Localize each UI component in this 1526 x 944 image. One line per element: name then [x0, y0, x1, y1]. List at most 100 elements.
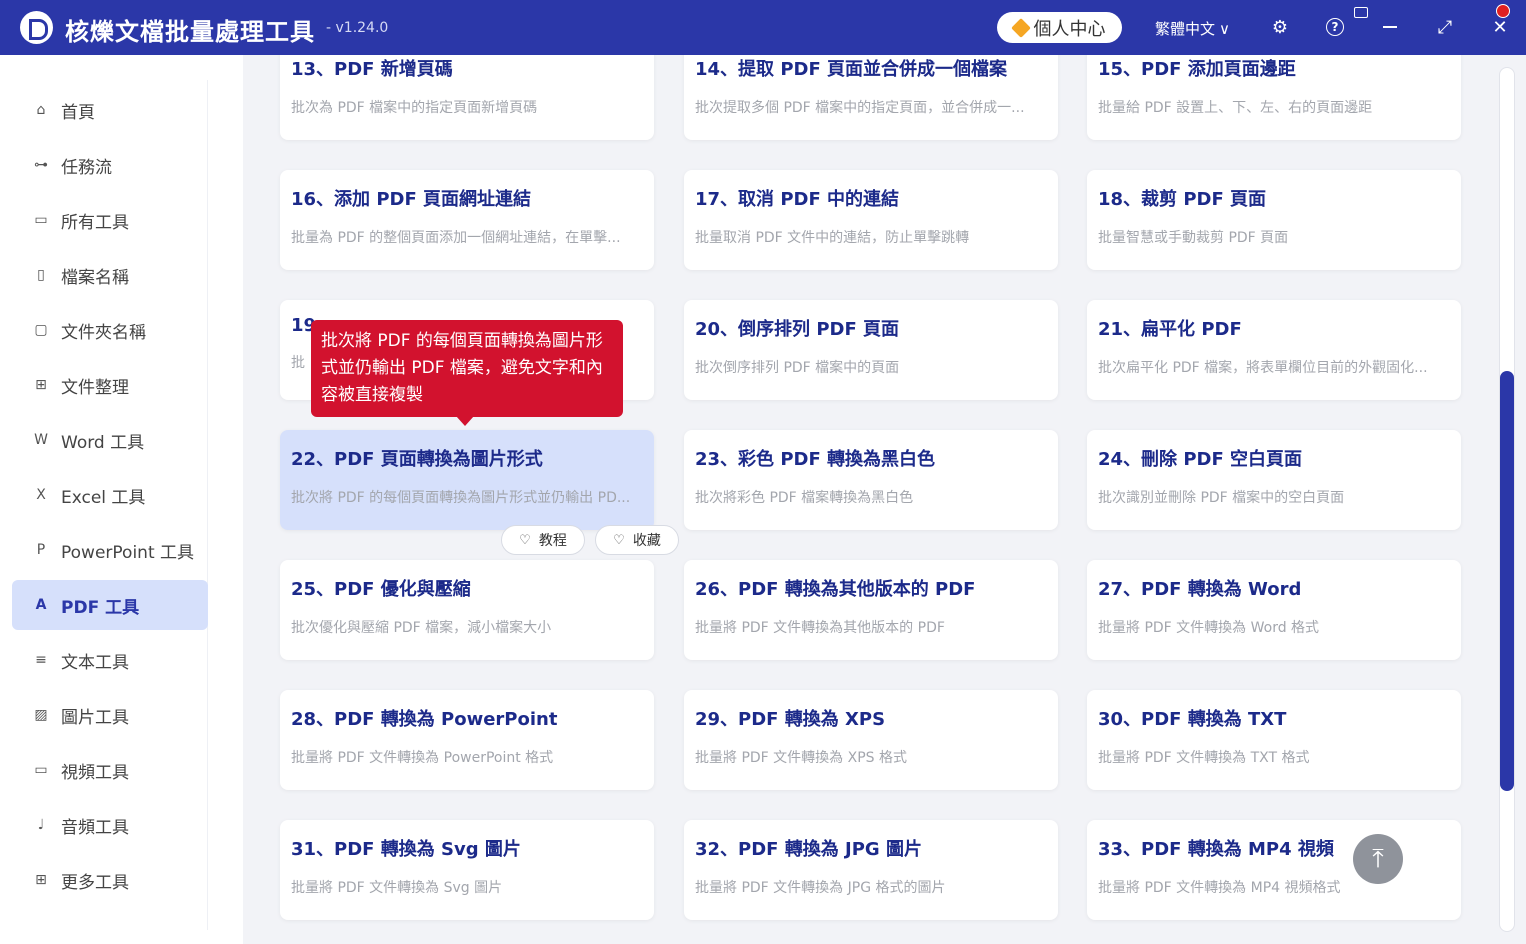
favorite-label: 收藏: [632, 533, 661, 549]
user-center-button[interactable]: 個人中心: [997, 12, 1122, 43]
scrollbar-thumb[interactable]: [1500, 371, 1514, 791]
app-title: 核爍文檔批量處理工具: [65, 18, 315, 46]
tool-card[interactable]: 30、PDF 轉換為 TXT 批量將 PDF 文件轉換為 TXT 格式: [1087, 690, 1461, 790]
language-select[interactable]: 繁體中文 ∨: [1155, 18, 1230, 39]
notification-icon[interactable]: [1354, 7, 1368, 18]
sidebar-item-icon: ▭: [34, 212, 48, 228]
tool-card-description: 批次倒序排列 PDF 檔案中的頁面: [695, 360, 900, 376]
sidebar-item[interactable]: ▭ 視頻工具: [12, 745, 208, 795]
tool-grid: 13、PDF 新增頁碼 批次為 PDF 檔案中的指定頁面新增頁碼 14、提取 PDF…: [243, 55, 1526, 944]
sidebar-item-label: 所有工具: [61, 212, 129, 233]
sidebar-item[interactable]: ▨ 圖片工具: [12, 690, 208, 740]
sidebar-item[interactable]: P PowerPoint 工具: [12, 525, 208, 575]
sidebar-item-icon: ⊞: [35, 377, 47, 393]
card-tooltip: 批次將 PDF 的每個頁面轉換為圖片形式並仍輸出 PDF 檔案，避免文字和內容被…: [311, 320, 623, 426]
maximize-icon[interactable]: ⤢: [1433, 15, 1457, 39]
sidebar-item[interactable]: ▯ 檔案名稱: [12, 250, 208, 300]
tool-card-description: 批次識別並刪除 PDF 檔案中的空白頁面: [1098, 490, 1345, 506]
tool-card-description: 批次提取多個 PDF 檔案中的指定頁面，並合併成一...: [695, 100, 1025, 116]
tutorial-button[interactable]: ♡ 教程: [501, 525, 585, 555]
sidebar-item-label: 文本工具: [61, 652, 129, 673]
tool-card[interactable]: 28、PDF 轉換為 PowerPoint 批量將 PDF 文件轉換為 Power…: [280, 690, 654, 790]
sidebar-item[interactable]: W Word 工具: [12, 415, 208, 465]
tool-card-title: 14、提取 PDF 頁面並合併成一個檔案: [695, 59, 1008, 80]
tool-card[interactable]: 22、PDF 頁面轉換為圖片形式 批次將 PDF 的每個頁面轉換為圖片形式並仍輸出…: [280, 430, 654, 530]
sidebar-item-icon: ▢: [34, 322, 48, 338]
tool-card-description: 批量給 PDF 設置上、下、左、右的頁面邊距: [1098, 100, 1373, 116]
tool-card-title: 26、PDF 轉換為其他版本的 PDF: [695, 579, 976, 600]
tool-card-title: 32、PDF 轉換為 JPG 圖片: [695, 839, 922, 860]
tool-card-description: 批量將 PDF 文件轉換為 Word 格式: [1098, 620, 1320, 636]
sidebar-item[interactable]: A PDF 工具: [12, 580, 208, 630]
tool-card[interactable]: 25、PDF 優化與壓縮批次優化與壓縮 PDF 檔案，減小檔案大小: [280, 560, 654, 660]
tutorial-icon: ♡: [519, 532, 531, 548]
tool-card[interactable]: 27、PDF 轉換為 Word 批量將 PDF 文件轉換為 Word 格式: [1087, 560, 1461, 660]
tool-card-title: 23、彩色 PDF 轉換為黑白色: [695, 449, 936, 470]
help-icon: ?: [1326, 18, 1344, 36]
tool-card[interactable]: 16、添加 PDF 頁面網址連結 批量為 PDF 的整個頁面添加一個網址連結，在單…: [280, 170, 654, 270]
tool-card[interactable]: 31、PDF 轉換為 Svg 圖片 批量將 PDF 文件轉換為 Svg 圖片: [280, 820, 654, 920]
minimize-button[interactable]: [1378, 15, 1402, 39]
tool-card[interactable]: 26、PDF 轉換為其他版本的 PDF 批量將 PDF 文件轉換為其他版本的 PD…: [684, 560, 1058, 660]
tool-card[interactable]: 15、PDF 添加頁面邊距 批量給 PDF 設置上、下、左、右的頁面邊距: [1087, 55, 1461, 140]
sidebar-item-icon: ⊞: [35, 872, 47, 888]
tool-card-description: 批量將 PDF 文件轉換為 PowerPoint 格式: [291, 750, 554, 766]
user-center-label: 個人中心: [1033, 18, 1106, 40]
tool-card-title: 25、PDF 優化與壓縮: [291, 579, 471, 600]
tool-card[interactable]: 24、刪除 PDF 空白頁面批次識別並刪除 PDF 檔案中的空白頁面: [1087, 430, 1461, 530]
tool-card[interactable]: 20、倒序排列 PDF 頁面 批次倒序排列 PDF 檔案中的頁面: [684, 300, 1058, 400]
favorite-button[interactable]: ♡ 收藏: [595, 525, 679, 555]
language-label: 繁體中文: [1155, 20, 1216, 38]
help-button[interactable]: ?: [1323, 15, 1347, 39]
tool-card[interactable]: 17、取消 PDF 中的連結 批量取消 PDF 文件中的連結，防止單擊跳轉: [684, 170, 1058, 270]
tool-card-title: 29、PDF 轉換為 XPS: [695, 709, 886, 730]
sidebar-item-label: 視頻工具: [61, 762, 129, 783]
favorite-icon: ♡: [613, 532, 625, 548]
sidebar-item[interactable]: ♩ 音頻工具: [12, 800, 208, 850]
tool-card-title: 28、PDF 轉換為 PowerPoint: [291, 709, 558, 730]
alert-badge-icon: [1496, 4, 1510, 18]
sidebar-item-icon: ≡: [35, 652, 47, 668]
tool-card[interactable]: 21、扁平化 PDF 批次扁平化 PDF 檔案，將表單欄位目前的外觀固化...: [1087, 300, 1461, 400]
tool-card-description: 批次優化與壓縮 PDF 檔案，減小檔案大小: [291, 620, 552, 636]
close-icon[interactable]: ✕: [1488, 15, 1512, 39]
sidebar-item-icon: ⊶: [34, 157, 48, 173]
app-logo-icon: [20, 11, 53, 44]
sidebar-item[interactable]: X Excel 工具: [12, 470, 208, 520]
sidebar-item[interactable]: ▢ 文件夾名稱: [12, 305, 208, 355]
tool-card-description: 批次將 PDF 的每個頁面轉換為圖片形式並仍輸出 PD...: [291, 490, 631, 506]
tool-card[interactable]: 18、裁剪 PDF 頁面 批量智慧或手動裁剪 PDF 頁面: [1087, 170, 1461, 270]
sidebar-item[interactable]: ⊞ 文件整理: [12, 360, 208, 410]
sidebar-item-label: PowerPoint 工具: [61, 542, 195, 563]
sidebar-item[interactable]: ⊶ 任務流: [12, 140, 208, 190]
tool-card[interactable]: 13、PDF 新增頁碼 批次為 PDF 檔案中的指定頁面新增頁碼: [280, 55, 654, 140]
sidebar-item[interactable]: ⌂ 首頁: [12, 85, 208, 135]
tool-card-description: 批量將 PDF 文件轉換為 JPG 格式的圖片: [695, 880, 946, 896]
tool-card-title: 17、取消 PDF 中的連結: [695, 189, 900, 210]
sidebar-item-icon: ⌂: [36, 102, 46, 118]
tool-card-title: 31、PDF 轉換為 Svg 圖片: [291, 839, 521, 860]
tool-card-description: 批量將 PDF 文件轉換為 TXT 格式: [1098, 750, 1310, 766]
tool-card[interactable]: 32、PDF 轉換為 JPG 圖片批量將 PDF 文件轉換為 JPG 格式的圖片: [684, 820, 1058, 920]
settings-icon[interactable]: ⚙: [1268, 15, 1292, 39]
tool-card-title: 13、PDF 新增頁碼: [291, 59, 453, 80]
tool-card-title: 24、刪除 PDF 空白頁面: [1098, 449, 1303, 470]
tool-card[interactable]: 29、PDF 轉換為 XPS 批量將 PDF 文件轉換為 XPS 格式: [684, 690, 1058, 790]
sidebar-item[interactable]: ⊞ 更多工具: [12, 855, 208, 905]
sidebar-item-label: 文件夾名稱: [61, 322, 146, 343]
tool-card-description: 批次將彩色 PDF 檔案轉換為黑白色: [695, 490, 914, 506]
sidebar-item-label: 圖片工具: [61, 707, 129, 728]
sidebar-item[interactable]: ≡ 文本工具: [12, 635, 208, 685]
tool-card[interactable]: 23、彩色 PDF 轉換為黑白色批次將彩色 PDF 檔案轉換為黑白色: [684, 430, 1058, 530]
tool-card-title: 18、裁剪 PDF 頁面: [1098, 189, 1267, 210]
sidebar-item[interactable]: ▭ 所有工具: [12, 195, 208, 245]
tool-card[interactable]: 33、PDF 轉換為 MP4 視頻 批量將 PDF 文件轉換為 MP4 視頻格式: [1087, 820, 1461, 920]
chevron-down-icon: ∨: [1219, 19, 1230, 38]
tool-card-description: 批量將 PDF 文件轉換為 MP4 視頻格式: [1098, 880, 1341, 896]
sidebar-item-label: 更多工具: [61, 872, 129, 893]
tool-card[interactable]: 14、提取 PDF 頁面並合併成一個檔案批次提取多個 PDF 檔案中的指定頁面，…: [684, 55, 1058, 140]
tool-card-title: 27、PDF 轉換為 Word: [1098, 579, 1302, 600]
scroll-to-top-button[interactable]: ⤒: [1353, 834, 1403, 884]
tool-card-title: 16、添加 PDF 頁面網址連結: [291, 189, 532, 210]
tool-card-description: 批次扁平化 PDF 檔案，將表單欄位目前的外觀固化...: [1098, 360, 1428, 376]
